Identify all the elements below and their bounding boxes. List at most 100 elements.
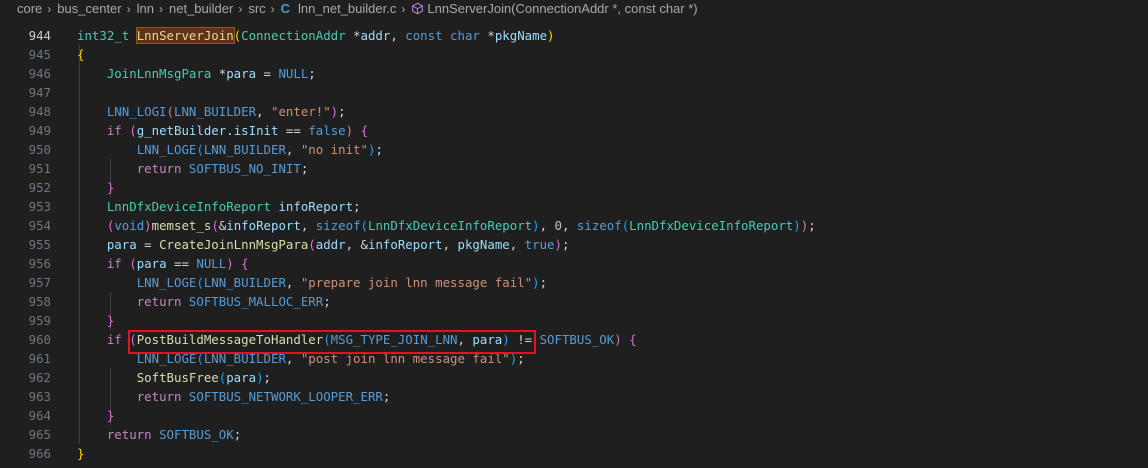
code-token: int32_t	[77, 28, 130, 43]
code-token: (	[196, 351, 204, 366]
breadcrumb-item-core[interactable]: core	[17, 1, 42, 16]
code-token: SOFTBUS_OK	[539, 332, 615, 347]
code-line[interactable]: 954 (void)memset_s(&infoReport, sizeof(L…	[0, 216, 1148, 235]
code-line[interactable]: 949 if (g_netBuilder.isInit == false) {	[0, 121, 1148, 140]
code-token: sizeof	[576, 218, 622, 233]
code-area[interactable]: 944 int32_t LnnServerJoin(ConnectionAddr …	[0, 26, 1148, 463]
chevron-right-icon: ›	[401, 1, 406, 16]
code-line[interactable]: 965 return SOFTBUS_OK;	[0, 425, 1148, 444]
code-token: para	[226, 370, 257, 385]
code-token: SoftBusFree	[136, 370, 219, 385]
line-number: 964	[28, 408, 51, 423]
code-token: "no init"	[300, 142, 368, 157]
code-token: infoReport	[278, 199, 354, 214]
code-token: }	[77, 446, 85, 461]
code-token: memset_s	[151, 218, 212, 233]
code-token: &	[360, 237, 368, 252]
code-line[interactable]: 960 if (PostBuildMessageToHandler(MSG_TY…	[0, 330, 1148, 349]
code-line[interactable]: 947	[0, 83, 1148, 102]
code-token: {	[629, 332, 637, 347]
line-number: 957	[28, 275, 51, 290]
code-line[interactable]: 955 para = CreateJoinLnnMsgPara(addr, &i…	[0, 235, 1148, 254]
code-line[interactable]: 966}	[0, 444, 1148, 463]
code-token: "post join lnn message fail"	[300, 351, 510, 366]
code-text: SoftBusFree(para);	[77, 368, 271, 387]
line-number: 961	[28, 351, 51, 366]
code-line[interactable]: 956 if (para == NULL) {	[0, 254, 1148, 273]
code-line[interactable]: 945 {	[0, 45, 1148, 64]
code-text: para = CreateJoinLnnMsgPara(addr, &infoR…	[77, 235, 570, 254]
code-token: return	[136, 389, 182, 404]
code-token: LNN_BUILDER	[203, 351, 286, 366]
code-token: para	[106, 237, 137, 252]
code-token: MSG_TYPE_JOIN_LNN	[330, 332, 458, 347]
code-line[interactable]: 957 LNN_LOGE(LNN_BUILDER, "prepare join …	[0, 273, 1148, 292]
code-text: return SOFTBUS_NETWORK_LOOPER_ERR;	[77, 387, 391, 406]
code-line[interactable]: 963 return SOFTBUS_NETWORK_LOOPER_ERR;	[0, 387, 1148, 406]
code-token: (	[211, 218, 219, 233]
code-line[interactable]: 946 JoinLnnMsgPara *para = NULL;	[0, 64, 1148, 83]
breadcrumb-symbol[interactable]: LnnServerJoin(ConnectionAddr *, const ch…	[427, 1, 697, 16]
code-line[interactable]: 962 SoftBusFree(para);	[0, 368, 1148, 387]
code-line[interactable]: 953 LnnDfxDeviceInfoReport infoReport;	[0, 197, 1148, 216]
code-line[interactable]: 959 }	[0, 311, 1148, 330]
line-number: 946	[28, 66, 51, 81]
breadcrumb-item-net-builder[interactable]: net_builder	[169, 1, 233, 16]
code-token: false	[308, 123, 346, 138]
line-number: 956	[28, 256, 51, 271]
code-token: {	[241, 256, 249, 271]
code-token: =	[256, 66, 279, 81]
code-token: g_netBuilder	[136, 123, 227, 138]
code-token: (	[360, 218, 369, 233]
line-number: 954	[28, 218, 51, 233]
code-token: )	[256, 370, 264, 385]
code-line[interactable]: 948 LNN_LOGI(LNN_BUILDER, "enter!");	[0, 102, 1148, 121]
code-token: JoinLnnMsgPara	[106, 66, 212, 81]
code-line[interactable]: 961 LNN_LOGE(LNN_BUILDER, "post join lnn…	[0, 349, 1148, 368]
code-token: (	[129, 123, 137, 138]
code-line[interactable]: 958 return SOFTBUS_MALLOC_ERR;	[0, 292, 1148, 311]
code-token: char	[450, 28, 480, 43]
breadcrumb-file-name[interactable]: lnn_net_builder.c	[298, 1, 396, 16]
line-number: 947	[28, 85, 51, 100]
code-token: PostBuildMessageToHandler	[136, 332, 324, 347]
code-text: JoinLnnMsgPara *para = NULL;	[77, 64, 316, 83]
code-token: )	[532, 275, 540, 290]
breadcrumb-item-bus-center[interactable]: bus_center	[57, 1, 121, 16]
code-token: LnnDfxDeviceInfoReport	[368, 218, 533, 233]
code-token: ;	[300, 161, 309, 176]
code-token: )	[554, 237, 562, 252]
code-text: LNN_LOGI(LNN_BUILDER, "enter!");	[77, 102, 346, 121]
code-token: LNN_BUILDER	[203, 142, 286, 157]
code-line[interactable]: 951 return SOFTBUS_NO_INIT;	[0, 159, 1148, 178]
code-editor[interactable]: core › bus_center › lnn › net_builder › …	[0, 0, 1148, 468]
code-token: ;	[375, 142, 383, 157]
code-token: if	[106, 256, 122, 271]
code-token: para	[136, 256, 167, 271]
code-text: return SOFTBUS_NO_INIT;	[77, 159, 309, 178]
code-token: ;	[808, 218, 816, 233]
code-token: ;	[263, 370, 271, 385]
code-line[interactable]: 944 int32_t LnnServerJoin(ConnectionAddr …	[0, 26, 1148, 45]
line-number: 965	[28, 427, 51, 442]
line-number: 948	[28, 104, 51, 119]
code-line[interactable]: 950 LNN_LOGE(LNN_BUILDER, "no init");	[0, 140, 1148, 159]
code-text: }	[77, 406, 114, 425]
code-line[interactable]: 964 }	[0, 406, 1148, 425]
code-line[interactable]: 952 }	[0, 178, 1148, 197]
breadcrumb-item-src[interactable]: src	[248, 1, 265, 16]
breadcrumb-item-lnn[interactable]: lnn	[137, 1, 154, 16]
code-token: LNN_LOGE	[136, 142, 197, 157]
code-token: NULL	[278, 66, 309, 81]
code-token: (	[308, 237, 316, 252]
line-number: 950	[28, 142, 51, 157]
code-token: .	[226, 123, 234, 138]
